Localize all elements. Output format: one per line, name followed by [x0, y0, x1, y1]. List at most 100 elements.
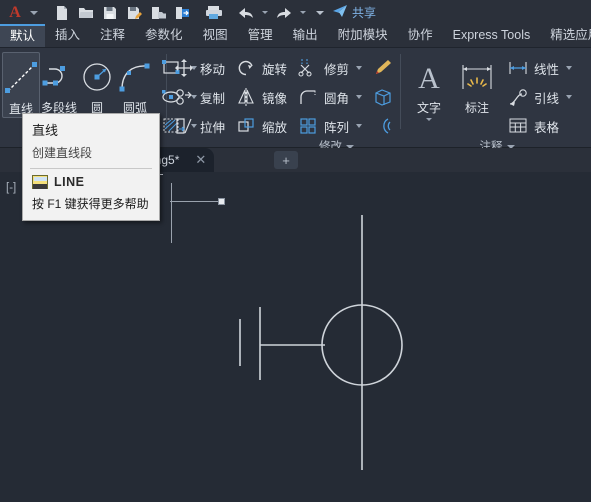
copy-icon — [171, 85, 197, 109]
linear-chevron-down-icon[interactable] — [566, 66, 573, 70]
offset-icon — [370, 114, 396, 138]
rotate-button[interactable]: 旋转 — [233, 55, 287, 81]
plus-icon: + — [282, 152, 290, 168]
scale-button[interactable]: 缩放 — [233, 113, 287, 139]
offset-button[interactable] — [370, 113, 396, 139]
array-button[interactable]: 阵列 — [295, 113, 363, 139]
array-label: 阵列 — [324, 120, 350, 135]
ribbon-tab-output[interactable]: 输出 — [283, 24, 328, 47]
dimension-icon — [457, 56, 497, 98]
mirror-icon — [233, 85, 259, 109]
polyline-button[interactable]: 多段线 — [40, 52, 78, 116]
table-button[interactable]: 表格 — [505, 113, 572, 139]
leader-chevron-down-icon[interactable] — [566, 95, 573, 99]
undo-icon[interactable] — [234, 1, 258, 25]
array-chevron-down-icon[interactable] — [356, 124, 363, 128]
qa-customize-chevron-down-icon[interactable] — [316, 10, 324, 15]
circle-button[interactable]: 圆 — [78, 52, 116, 121]
ribbon-tab-featured-apps[interactable]: 精选应用 — [540, 24, 591, 47]
close-icon[interactable]: ✕ — [195, 152, 206, 168]
linear-dimension-button[interactable]: 线性 — [505, 55, 573, 81]
move-button[interactable]: 移动 — [171, 55, 225, 81]
tooltip-command-row: LINE — [32, 175, 150, 189]
3d-box-button[interactable] — [370, 84, 396, 110]
ribbon-tab-express-tools[interactable]: Express Tools — [443, 24, 541, 47]
tooltip-help-text: 按 F1 键获得更多帮助 — [32, 197, 149, 211]
autocad-a-icon[interactable]: A — [0, 1, 26, 25]
arc-icon — [116, 56, 154, 98]
trim-button[interactable]: 修剪 — [295, 55, 363, 81]
line-button[interactable]: 直线 — [2, 52, 40, 118]
copy-button[interactable]: 复制 — [171, 84, 225, 110]
modify-panel-body: 移动 复制 拉伸 旋转 镜像 缩放 修剪 圆角 阵列 — [171, 48, 396, 139]
line-command-tooltip: 直线 创建直线段 LINE 按 F1 键获得更多帮助 — [22, 113, 160, 221]
plot-icon[interactable] — [202, 1, 226, 25]
ribbon-tab-addins[interactable]: 附加模块 — [328, 24, 398, 47]
ribbon-tab-manage[interactable]: 管理 — [238, 24, 283, 47]
viewport-grip-marker[interactable] — [218, 198, 225, 205]
modify-col-1: 移动 复制 拉伸 — [171, 52, 225, 139]
ucs-guide-horizontal — [170, 201, 222, 202]
line-icon — [3, 57, 39, 99]
new-file-icon[interactable] — [50, 1, 74, 25]
circle-icon — [78, 56, 116, 98]
save-as-icon[interactable] — [122, 1, 146, 25]
ribbon-tab-default[interactable]: 默认 — [0, 24, 46, 47]
array-icon — [295, 114, 321, 138]
save-icon[interactable] — [98, 1, 122, 25]
text-a-icon: A — [411, 56, 447, 98]
trim-label: 修剪 — [324, 62, 350, 77]
ribbon-tab-parametric[interactable]: 参数化 — [135, 24, 193, 47]
annotation-small-column: 线性 引线 表格 — [505, 52, 573, 139]
table-label: 表格 — [534, 120, 560, 135]
trim-chevron-down-icon[interactable] — [356, 66, 363, 70]
line-command-icon — [32, 175, 48, 189]
open-from-web-icon[interactable] — [170, 1, 194, 25]
table-icon — [505, 114, 531, 138]
undo-chevron-down-icon[interactable] — [262, 11, 268, 14]
redo-chevron-down-icon[interactable] — [300, 11, 306, 14]
ribbon-tab-collaborate[interactable]: 协作 — [398, 24, 443, 47]
modify-panel: 移动 复制 拉伸 旋转 镜像 缩放 修剪 圆角 阵列 修改 — [169, 48, 398, 153]
ucs-guide-vertical — [171, 183, 172, 243]
drawing-canvas[interactable]: [-] — [0, 172, 591, 502]
redo-icon[interactable] — [272, 1, 296, 25]
trim-scissors-icon — [295, 56, 321, 80]
ribbon-tab-bar: 默认 插入 注释 参数化 视图 管理 输出 附加模块 协作 Express To… — [0, 24, 591, 48]
leader-label: 引线 — [534, 91, 560, 106]
share-paperplane-icon — [332, 4, 348, 21]
linear-dimension-icon — [505, 56, 531, 80]
save-to-web-icon[interactable] — [146, 1, 170, 25]
stretch-icon — [171, 114, 197, 138]
arc-button[interactable]: 圆弧 — [116, 52, 154, 121]
ribbon-tab-insert[interactable]: 插入 — [45, 24, 90, 47]
text-button[interactable]: A 文字 — [405, 52, 453, 121]
autocad-window: A 共享 默认 插入 注释 参数化 视图 管理 输出 附加模块 协作 Expre… — [0, 0, 591, 502]
stretch-button[interactable]: 拉伸 — [171, 113, 225, 139]
tooltip-title: 直线 — [32, 123, 59, 138]
open-file-icon[interactable] — [74, 1, 98, 25]
fillet-button[interactable]: 圆角 — [295, 84, 363, 110]
pencil-edit-button[interactable] — [370, 55, 396, 81]
dimension-button-label: 标注 — [465, 101, 490, 115]
dimension-button[interactable]: 标注 — [453, 52, 501, 116]
fillet-icon — [295, 85, 321, 109]
scale-icon — [233, 114, 259, 138]
scale-label: 缩放 — [262, 120, 288, 135]
title-bar: A 共享 — [0, 0, 591, 25]
ribbon-tab-annotate[interactable]: 注释 — [90, 24, 135, 47]
leader-button[interactable]: 引线 — [505, 84, 573, 110]
ribbon-tab-view[interactable]: 视图 — [193, 24, 238, 47]
copy-label: 复制 — [199, 91, 225, 106]
mirror-label: 镜像 — [262, 91, 288, 106]
app-menu-chevron-down-icon[interactable] — [30, 10, 38, 15]
rotate-label: 旋转 — [262, 62, 288, 77]
annotation-panel-body: A 文字 标注 线性 引线 表格 — [405, 48, 589, 139]
text-chevron-down-icon[interactable] — [426, 118, 433, 121]
mirror-button[interactable]: 镜像 — [233, 84, 287, 110]
fillet-chevron-down-icon[interactable] — [356, 95, 363, 99]
share-label: 共享 — [352, 6, 377, 20]
new-drawing-tab-button[interactable]: + — [274, 151, 298, 169]
share-button[interactable]: 共享 — [332, 4, 376, 21]
modify-col-4 — [370, 52, 396, 139]
